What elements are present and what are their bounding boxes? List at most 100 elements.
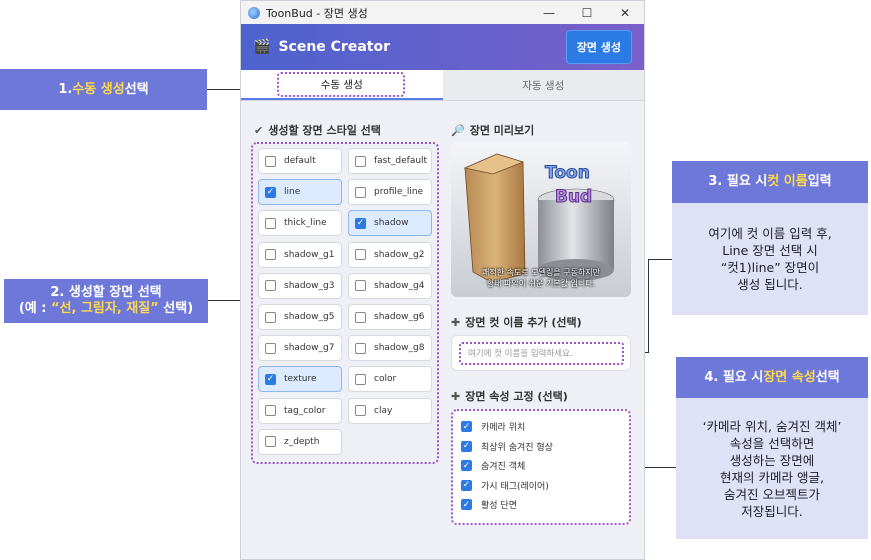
style-option-label: shadow_g4: [374, 280, 425, 291]
attribute-checkbox[interactable]: ✓: [461, 479, 472, 491]
attribute-checkbox[interactable]: ✓: [461, 499, 472, 511]
style-checkbox[interactable]: [355, 186, 366, 198]
style-option-label: shadow_g7: [284, 343, 335, 354]
style-option-shadow-g7[interactable]: shadow_g7: [258, 335, 342, 362]
attribute-option-label: 가시 태그(레이어): [481, 481, 549, 492]
style-option-color[interactable]: color: [348, 366, 432, 393]
style-option-label: thick_line: [284, 218, 327, 229]
attribute-option-label: 최상위 숨겨진 형상: [481, 442, 553, 453]
preview-logo-line1: Toon: [545, 163, 590, 183]
style-option-label: texture: [284, 374, 317, 385]
styles-section-title: ✔ 생성할 장면 스타일 선택: [254, 123, 381, 138]
style-option-label: shadow: [374, 218, 409, 229]
style-checkbox[interactable]: [265, 342, 276, 354]
style-checkbox[interactable]: [265, 249, 276, 261]
window-title: ToonBud - 장면 생성: [266, 6, 368, 20]
generate-scene-button[interactable]: 장면 생성: [565, 30, 632, 64]
style-option-shadow-g8[interactable]: shadow_g8: [348, 335, 432, 362]
style-checkbox[interactable]: ✓: [355, 217, 366, 229]
style-option-label: fast_default: [374, 156, 428, 166]
attribute-option[interactable]: ✓ 숨겨진 객체: [461, 456, 621, 476]
style-checkbox[interactable]: ✓: [265, 373, 276, 385]
style-option-label: tag_color: [284, 405, 326, 416]
style-checkbox[interactable]: [265, 280, 276, 292]
step1-callout: 1. 수동 생성 선택: [0, 69, 207, 110]
preview-logo-line2: Bud: [555, 187, 592, 207]
minimize-button[interactable]: —: [530, 6, 568, 20]
cut-name-panel: [451, 335, 631, 371]
attribute-option[interactable]: ✓ 최상위 숨겨진 형상: [461, 437, 621, 457]
cut-name-section-title: ✚ 장면 컷 이름 추가 (선택): [451, 315, 582, 330]
style-option-z-depth[interactable]: z_depth: [258, 428, 342, 455]
attribute-checkbox[interactable]: ✓: [461, 460, 472, 472]
style-option-label: shadow_g8: [374, 343, 425, 354]
preview-caption: 쾌적한 속도로 모델링을 구동하지만 형태 파악이 쉬운 기본값 입니다.: [481, 268, 601, 288]
style-option-default[interactable]: default: [258, 148, 342, 174]
step2-arrow-line: [208, 300, 244, 301]
attribute-list: ✓ 카메라 위치 ✓ 최상위 숨겨진 형상 ✓ 숨겨진 객체 ✓ 가시 태그(레이어) ✓ 활성 …: [451, 409, 631, 525]
style-checkbox[interactable]: ✓: [265, 186, 276, 198]
plus-icon: ✚: [451, 315, 461, 329]
step1-highlight: 수동 생성: [72, 81, 125, 97]
cut-name-input[interactable]: [459, 342, 624, 365]
style-option-clay[interactable]: clay: [348, 397, 432, 424]
maximize-button[interactable]: ☐: [568, 6, 606, 20]
title-bar: ToonBud - 장면 생성 — ☐ ✕: [241, 1, 644, 24]
style-option-fast-default[interactable]: fast_default: [348, 148, 432, 174]
attribute-option-label: 활성 단면: [481, 501, 517, 512]
plus-icon: ✚: [451, 389, 461, 403]
style-option-thick-line[interactable]: thick_line: [258, 210, 342, 237]
attribute-checkbox[interactable]: ✓: [461, 421, 472, 433]
style-option-shadow-g2[interactable]: shadow_g2: [348, 241, 432, 268]
app-window: ToonBud - 장면 생성 — ☐ ✕ 🎬 Scene Creator 장면…: [240, 0, 645, 560]
attribute-option[interactable]: ✓ 카메라 위치: [461, 417, 621, 437]
style-option-label: default: [284, 156, 316, 166]
style-checkbox[interactable]: [355, 311, 366, 323]
preview-section-title: 🔎 장면 미리보기: [451, 123, 535, 138]
style-checkbox[interactable]: [355, 249, 366, 261]
style-option-label: z_depth: [284, 436, 320, 447]
style-option-shadow-g5[interactable]: shadow_g5: [258, 304, 342, 330]
mode-tabs: 수동 생성 자동 생성: [241, 70, 644, 101]
style-option-label: shadow_g2: [374, 249, 425, 260]
style-checkbox[interactable]: [265, 436, 276, 448]
style-checkbox[interactable]: [355, 280, 366, 292]
close-button[interactable]: ✕: [606, 6, 644, 20]
style-option-profile-line[interactable]: profile_line: [348, 179, 432, 206]
step3-arrow-line-vertical: [648, 259, 649, 352]
style-option-tag-color[interactable]: tag_color: [258, 397, 342, 424]
style-list: default fast_default ✓ line profile_linethic…: [251, 142, 439, 464]
attribute-checkbox[interactable]: ✓: [461, 440, 472, 452]
attribute-option-label: 숨겨진 객체: [481, 462, 526, 473]
style-checkbox[interactable]: [355, 405, 366, 417]
step2-callout: 2. 생성할 장면 선택 (예 : “선, 그림자, 재질” 선택): [4, 279, 208, 323]
style-checkbox[interactable]: [355, 373, 366, 385]
style-checkbox[interactable]: [265, 405, 276, 417]
style-checkbox[interactable]: [265, 155, 276, 167]
step1-suffix: 선택: [124, 81, 149, 97]
style-option-shadow-g3[interactable]: shadow_g3: [258, 272, 342, 299]
attribute-option[interactable]: ✓ 활성 단면: [461, 495, 621, 515]
style-option-label: shadow_g5: [284, 312, 335, 322]
style-option-shadow-g6[interactable]: shadow_g6: [348, 304, 432, 330]
step2-line2: (예 : “선, 그림자, 재질” 선택): [18, 301, 194, 316]
style-option-line[interactable]: ✓ line: [258, 179, 342, 206]
app-header: 🎬 Scene Creator 장면 생성: [241, 24, 644, 70]
tab-auto[interactable]: 자동 생성: [442, 70, 644, 100]
attribute-option[interactable]: ✓ 가시 태그(레이어): [461, 476, 621, 496]
tab-manual[interactable]: 수동 생성: [241, 70, 443, 100]
style-option-shadow-g4[interactable]: shadow_g4: [348, 272, 432, 299]
style-checkbox[interactable]: [265, 217, 276, 229]
step4-description: ‘카메라 위치, 숨겨진 객체’ 속성을 선택하면 생성하는 장면에 현재의 카…: [676, 398, 868, 539]
style-checkbox[interactable]: [355, 155, 366, 167]
style-checkbox[interactable]: [355, 342, 366, 354]
style-option-shadow-g1[interactable]: shadow_g1: [258, 241, 342, 268]
app-logo-icon: [248, 6, 260, 19]
style-checkbox[interactable]: [265, 311, 276, 323]
scene-preview-image: Toon Bud 쾌적한 속도로 모델링을 구동하지만 형태 파악이 쉬운 기본…: [451, 142, 631, 297]
step3-callout: 3. 필요 시 컷 이름 입력: [672, 161, 868, 203]
style-option-label: profile_line: [374, 187, 424, 198]
style-option-texture[interactable]: ✓ texture: [258, 366, 342, 393]
style-option-shadow[interactable]: ✓ shadow: [348, 210, 432, 237]
style-option-label: line: [284, 187, 301, 198]
